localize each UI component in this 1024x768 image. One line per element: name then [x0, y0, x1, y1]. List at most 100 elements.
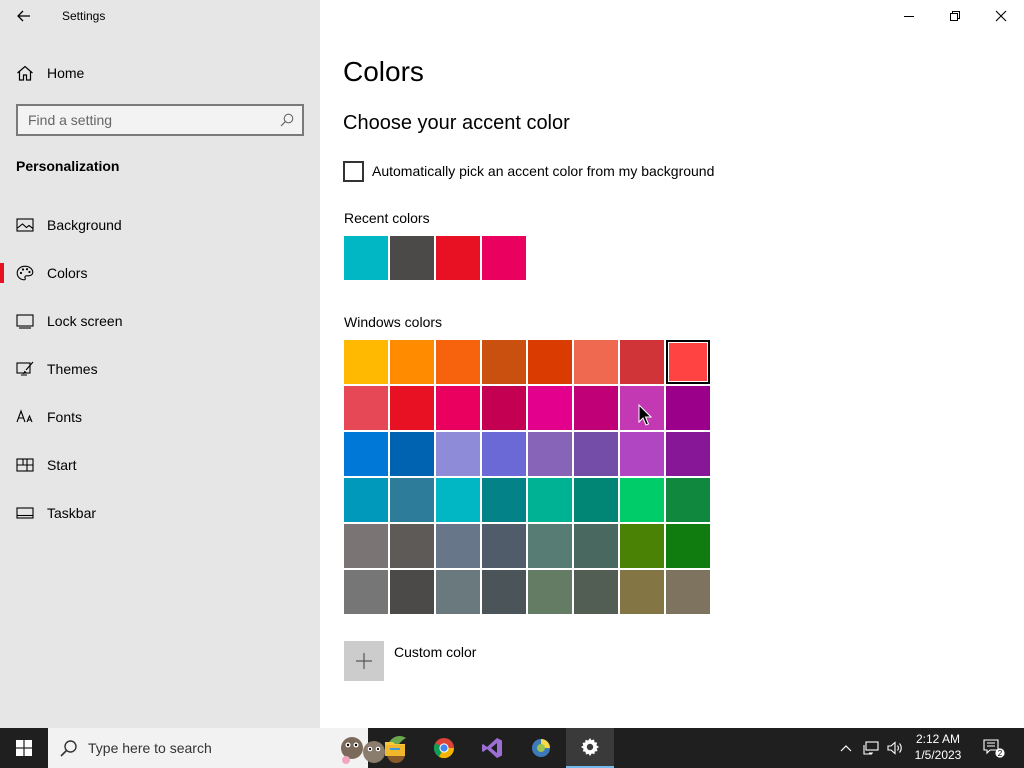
color-swatch[interactable] [436, 432, 480, 476]
notification-icon: 2 [983, 739, 1005, 758]
sidebar-item-themes[interactable]: Themes [0, 352, 320, 400]
color-swatch[interactable] [620, 524, 664, 568]
sidebar-item-background[interactable]: Background [0, 208, 320, 256]
color-swatch[interactable] [574, 432, 618, 476]
color-swatch[interactable] [620, 432, 664, 476]
close-button[interactable] [978, 0, 1024, 32]
recent-color-swatch[interactable] [436, 236, 480, 280]
color-swatch[interactable] [528, 570, 572, 614]
color-swatch[interactable] [344, 524, 388, 568]
close-icon [995, 10, 1007, 22]
color-swatch[interactable] [620, 340, 664, 384]
color-swatch[interactable] [574, 386, 618, 430]
color-swatch[interactable] [436, 478, 480, 522]
recent-color-swatch[interactable] [390, 236, 434, 280]
sidebar-item-home[interactable]: Home [0, 56, 320, 90]
sidebar-item-taskbar[interactable]: Taskbar [0, 496, 320, 544]
fonts-icon [16, 409, 33, 423]
color-swatch[interactable] [390, 478, 434, 522]
color-swatch[interactable] [436, 524, 480, 568]
color-swatch[interactable] [528, 524, 572, 568]
color-swatch[interactable] [528, 386, 572, 430]
recent-color-swatch[interactable] [482, 236, 526, 280]
color-swatch[interactable] [482, 570, 526, 614]
custom-color[interactable]: Custom color [344, 641, 476, 681]
start-button[interactable] [0, 728, 48, 768]
color-swatch[interactable] [574, 524, 618, 568]
color-swatch[interactable] [574, 570, 618, 614]
color-swatch[interactable] [482, 478, 526, 522]
sidebar-item-colors[interactable]: Colors [0, 256, 320, 304]
color-swatch[interactable] [574, 340, 618, 384]
taskbar-file-explorer[interactable] [371, 728, 419, 768]
custom-color-button[interactable] [344, 641, 384, 681]
color-swatch[interactable] [344, 386, 388, 430]
selected-color-swatch[interactable] [666, 340, 710, 384]
color-swatch[interactable] [390, 524, 434, 568]
volume-button[interactable] [884, 728, 906, 768]
color-swatch[interactable] [344, 478, 388, 522]
custom-color-label[interactable]: Custom color [394, 644, 476, 660]
color-swatch[interactable] [482, 340, 526, 384]
file-explorer-icon [385, 742, 405, 756]
taskbar: Type here to search 2:12 AM 1/5/2023 2 [0, 728, 1024, 768]
taskbar-settings[interactable] [566, 728, 614, 768]
auto-accent-label[interactable]: Automatically pick an accent color from … [372, 163, 714, 179]
windows-colors-label: Windows colors [344, 314, 443, 330]
color-swatch[interactable] [482, 524, 526, 568]
color-swatch[interactable] [436, 340, 480, 384]
color-swatch[interactable] [436, 386, 480, 430]
clock[interactable]: 2:12 AM 1/5/2023 [906, 731, 970, 763]
color-swatch[interactable] [666, 478, 710, 522]
color-swatch[interactable] [344, 432, 388, 476]
color-swatch[interactable] [390, 386, 434, 430]
sidebar-item-start[interactable]: Start [0, 448, 320, 496]
taskbar-search-placeholder: Type here to search [88, 740, 212, 756]
color-swatch[interactable] [528, 340, 572, 384]
visual-studio-icon [482, 738, 502, 758]
show-hidden-icons-button[interactable] [836, 728, 856, 768]
recent-color-swatch[interactable] [344, 236, 388, 280]
auto-accent-option[interactable]: Automatically pick an accent color from … [343, 161, 714, 182]
color-swatch[interactable] [620, 570, 664, 614]
color-swatch[interactable] [390, 432, 434, 476]
color-swatch[interactable] [390, 570, 434, 614]
color-swatch[interactable] [666, 570, 710, 614]
color-swatch[interactable] [528, 432, 572, 476]
taskbar-visual-studio[interactable] [468, 728, 516, 768]
color-swatch[interactable] [666, 432, 710, 476]
back-button[interactable] [0, 0, 48, 32]
restore-button[interactable] [932, 0, 978, 32]
sidebar-item-lock-screen[interactable]: Lock screen [0, 304, 320, 352]
color-swatch[interactable] [574, 478, 618, 522]
taskbar-icon [16, 507, 34, 519]
color-swatch[interactable] [528, 478, 572, 522]
notification-count: 2 [998, 749, 1003, 758]
settings-search-input[interactable] [18, 106, 274, 134]
color-swatch[interactable] [436, 570, 480, 614]
color-swatch[interactable] [666, 524, 710, 568]
sidebar-item-label: Background [47, 217, 122, 233]
search-icon[interactable] [280, 113, 294, 127]
color-swatch[interactable] [344, 340, 388, 384]
mouse-cursor-icon [638, 404, 652, 426]
taskbar-search-box[interactable]: Type here to search [48, 728, 406, 768]
settings-search-box[interactable] [16, 104, 304, 136]
taskbar-chrome[interactable] [420, 728, 468, 768]
color-swatch[interactable] [620, 478, 664, 522]
minimize-button[interactable] [886, 0, 932, 32]
color-swatch[interactable] [482, 386, 526, 430]
sidebar-item-label: Start [47, 457, 77, 473]
action-center-button[interactable]: 2 [978, 728, 1010, 768]
taskbar-python[interactable] [517, 728, 565, 768]
window-title: Settings [62, 9, 106, 23]
network-button[interactable] [860, 728, 882, 768]
color-swatch[interactable] [344, 570, 388, 614]
color-swatch[interactable] [482, 432, 526, 476]
auto-accent-checkbox[interactable] [343, 161, 364, 182]
start-layout-icon [16, 458, 34, 472]
color-swatch[interactable] [390, 340, 434, 384]
color-swatch[interactable] [666, 386, 710, 430]
sidebar-item-fonts[interactable]: Fonts [0, 400, 320, 448]
page-title: Colors [343, 56, 424, 87]
